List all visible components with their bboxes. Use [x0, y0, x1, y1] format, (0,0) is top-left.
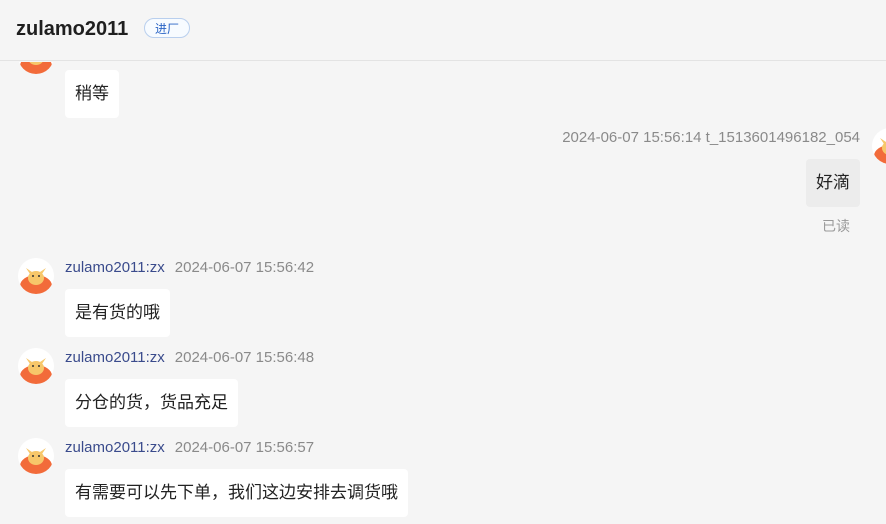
status-tag[interactable]: 进厂	[144, 18, 191, 38]
sender-name[interactable]: zulamo2011:zx	[65, 439, 165, 456]
chat-title: zulamo2011	[16, 18, 129, 40]
read-status: 已读	[822, 218, 850, 234]
avatar-bull-icon[interactable]	[18, 348, 54, 384]
message-time: 2024-06-07 15:56:42	[174, 259, 315, 276]
message-bubble: 分仓的货，货品充足	[65, 379, 238, 427]
chat-header: zulamo2011 进厂	[0, 0, 886, 61]
message-bubble: 有需要可以先下单，我们这边安排去调货哦	[65, 469, 408, 517]
avatar-bull-icon[interactable]	[18, 438, 54, 474]
avatar-bull-icon[interactable]	[18, 62, 54, 74]
message-meta: zulamo2011:zx 2024-06-07 15:56:48	[65, 349, 314, 367]
sender-name[interactable]: zulamo2011:zx	[65, 259, 165, 276]
avatar-bull-icon[interactable]	[18, 258, 54, 294]
message-time: 2024-06-07 15:56:57	[174, 439, 315, 456]
message-bubble-mine: 好滴	[806, 159, 860, 207]
message-meta: 2024-06-07 15:56:14 t_1513601496182_054	[562, 129, 860, 146]
message-bubble: 稍等	[65, 70, 119, 118]
message-time: 2024-06-07 15:56:48	[174, 349, 315, 366]
message-bubble: 是有货的哦	[65, 289, 170, 337]
message-list[interactable]: 稍等 2024-06-07 15:56:14 t_1513601496182_0…	[0, 62, 886, 524]
sender-name[interactable]: zulamo2011:zx	[65, 349, 165, 366]
avatar-bull-icon[interactable]	[872, 128, 886, 164]
message-meta: zulamo2011:zx 2024-06-07 15:56:57	[65, 439, 314, 457]
message-meta: zulamo2011:zx 2024-06-07 15:56:42	[65, 259, 314, 277]
